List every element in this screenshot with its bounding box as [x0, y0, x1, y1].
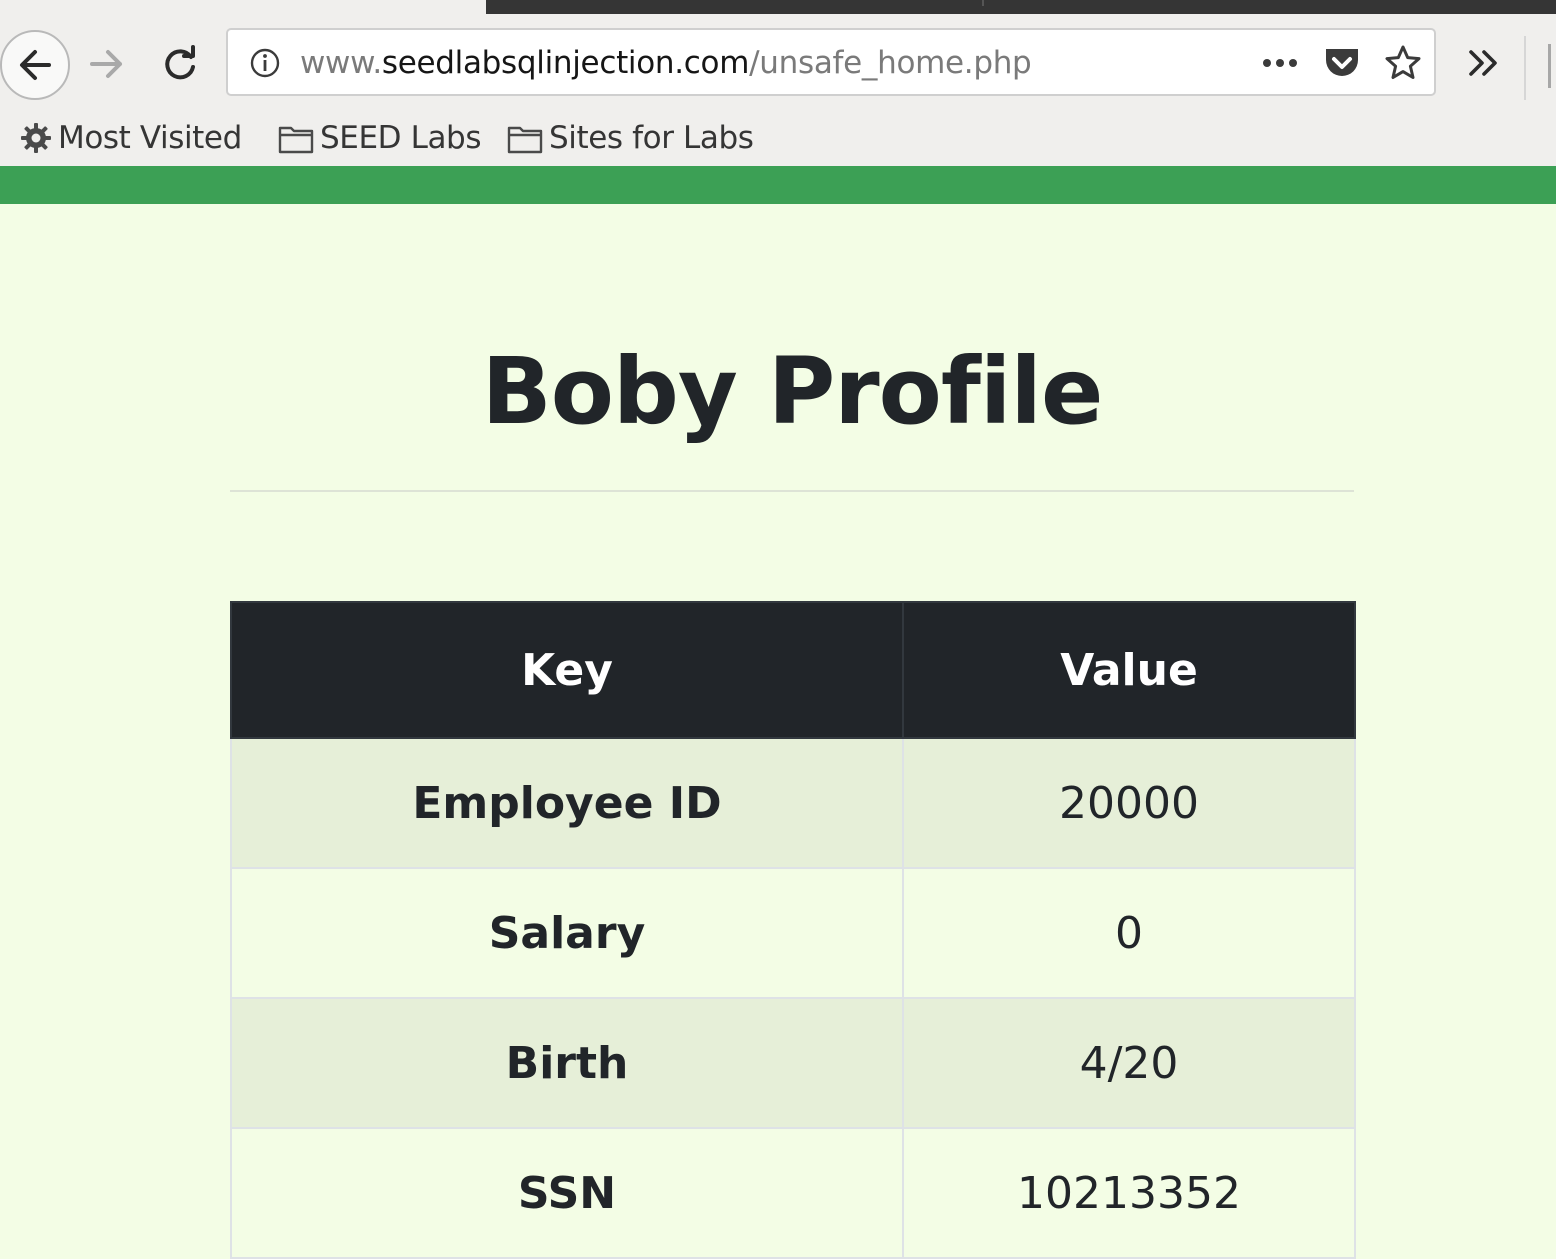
- row-value: 0: [902, 867, 1356, 999]
- table-row: Birth 4/20: [230, 997, 1356, 1129]
- tab-divider: [982, 0, 984, 6]
- window-top-strip: [0, 0, 1556, 14]
- bookmarks-toolbar: Most Visited SEED Labs Sites for Labs: [0, 110, 1556, 166]
- bookmark-label: Most Visited: [58, 120, 242, 156]
- profile-table: Key Value Employee ID 20000 Salary 0 Bir…: [230, 601, 1356, 1259]
- bookmark-most-visited[interactable]: Most Visited: [20, 114, 242, 162]
- table-row: Employee ID 20000: [230, 737, 1356, 869]
- table-row: Salary 0: [230, 867, 1356, 999]
- active-tab-strip: [486, 0, 1556, 14]
- pocket-icon[interactable]: [1322, 44, 1362, 82]
- row-key: Salary: [230, 867, 904, 999]
- arrow-right-icon: [90, 50, 122, 78]
- table-header-row: Key Value: [230, 601, 1356, 739]
- bookmark-seed-labs[interactable]: SEED Labs: [278, 114, 481, 162]
- row-key: Employee ID: [230, 737, 904, 869]
- column-header-key: Key: [230, 601, 904, 739]
- reload-icon: [165, 45, 195, 80]
- site-info-icon[interactable]: [248, 46, 282, 80]
- gear-icon: [20, 122, 52, 154]
- toolbar-separator: [1524, 36, 1526, 100]
- url-domain: seedlabsqlinjection.com: [381, 45, 750, 81]
- page-actions-menu-icon[interactable]: [1258, 44, 1302, 82]
- page-title: Boby Profile: [481, 338, 1104, 445]
- row-value: 4/20: [902, 997, 1356, 1129]
- bookmark-sites-for-labs[interactable]: Sites for Labs: [507, 114, 754, 162]
- table-row: SSN 10213352: [230, 1127, 1356, 1259]
- forward-button[interactable]: [86, 42, 130, 86]
- address-bar[interactable]: www.seedlabsqlinjection.com/unsafe_home.…: [226, 28, 1436, 96]
- back-button[interactable]: [0, 30, 70, 100]
- bookmark-star-icon[interactable]: [1382, 42, 1424, 84]
- row-key: Birth: [230, 997, 904, 1129]
- bookmark-label: Sites for Labs: [549, 120, 754, 156]
- title-divider: [230, 490, 1354, 492]
- column-header-value: Value: [902, 601, 1356, 739]
- row-key: SSN: [230, 1127, 904, 1259]
- row-value: 10213352: [902, 1127, 1356, 1259]
- row-value: 20000: [902, 737, 1356, 869]
- url-prefix: www.: [300, 45, 382, 81]
- toolbar-overflow-icon[interactable]: [1460, 40, 1508, 86]
- site-navbar: [0, 166, 1556, 204]
- navigation-toolbar: www.seedlabsqlinjection.com/unsafe_home.…: [0, 14, 1556, 110]
- folder-icon: [278, 122, 314, 154]
- reload-button[interactable]: [156, 40, 204, 88]
- toolbar-edge-icon: [1548, 44, 1556, 88]
- arrow-left-icon: [20, 50, 51, 80]
- url-path: /unsafe_home.php: [749, 45, 1032, 81]
- folder-icon: [507, 122, 543, 154]
- bookmark-label: SEED Labs: [320, 120, 482, 156]
- url-text[interactable]: www.seedlabsqlinjection.com/unsafe_home.…: [300, 44, 1032, 82]
